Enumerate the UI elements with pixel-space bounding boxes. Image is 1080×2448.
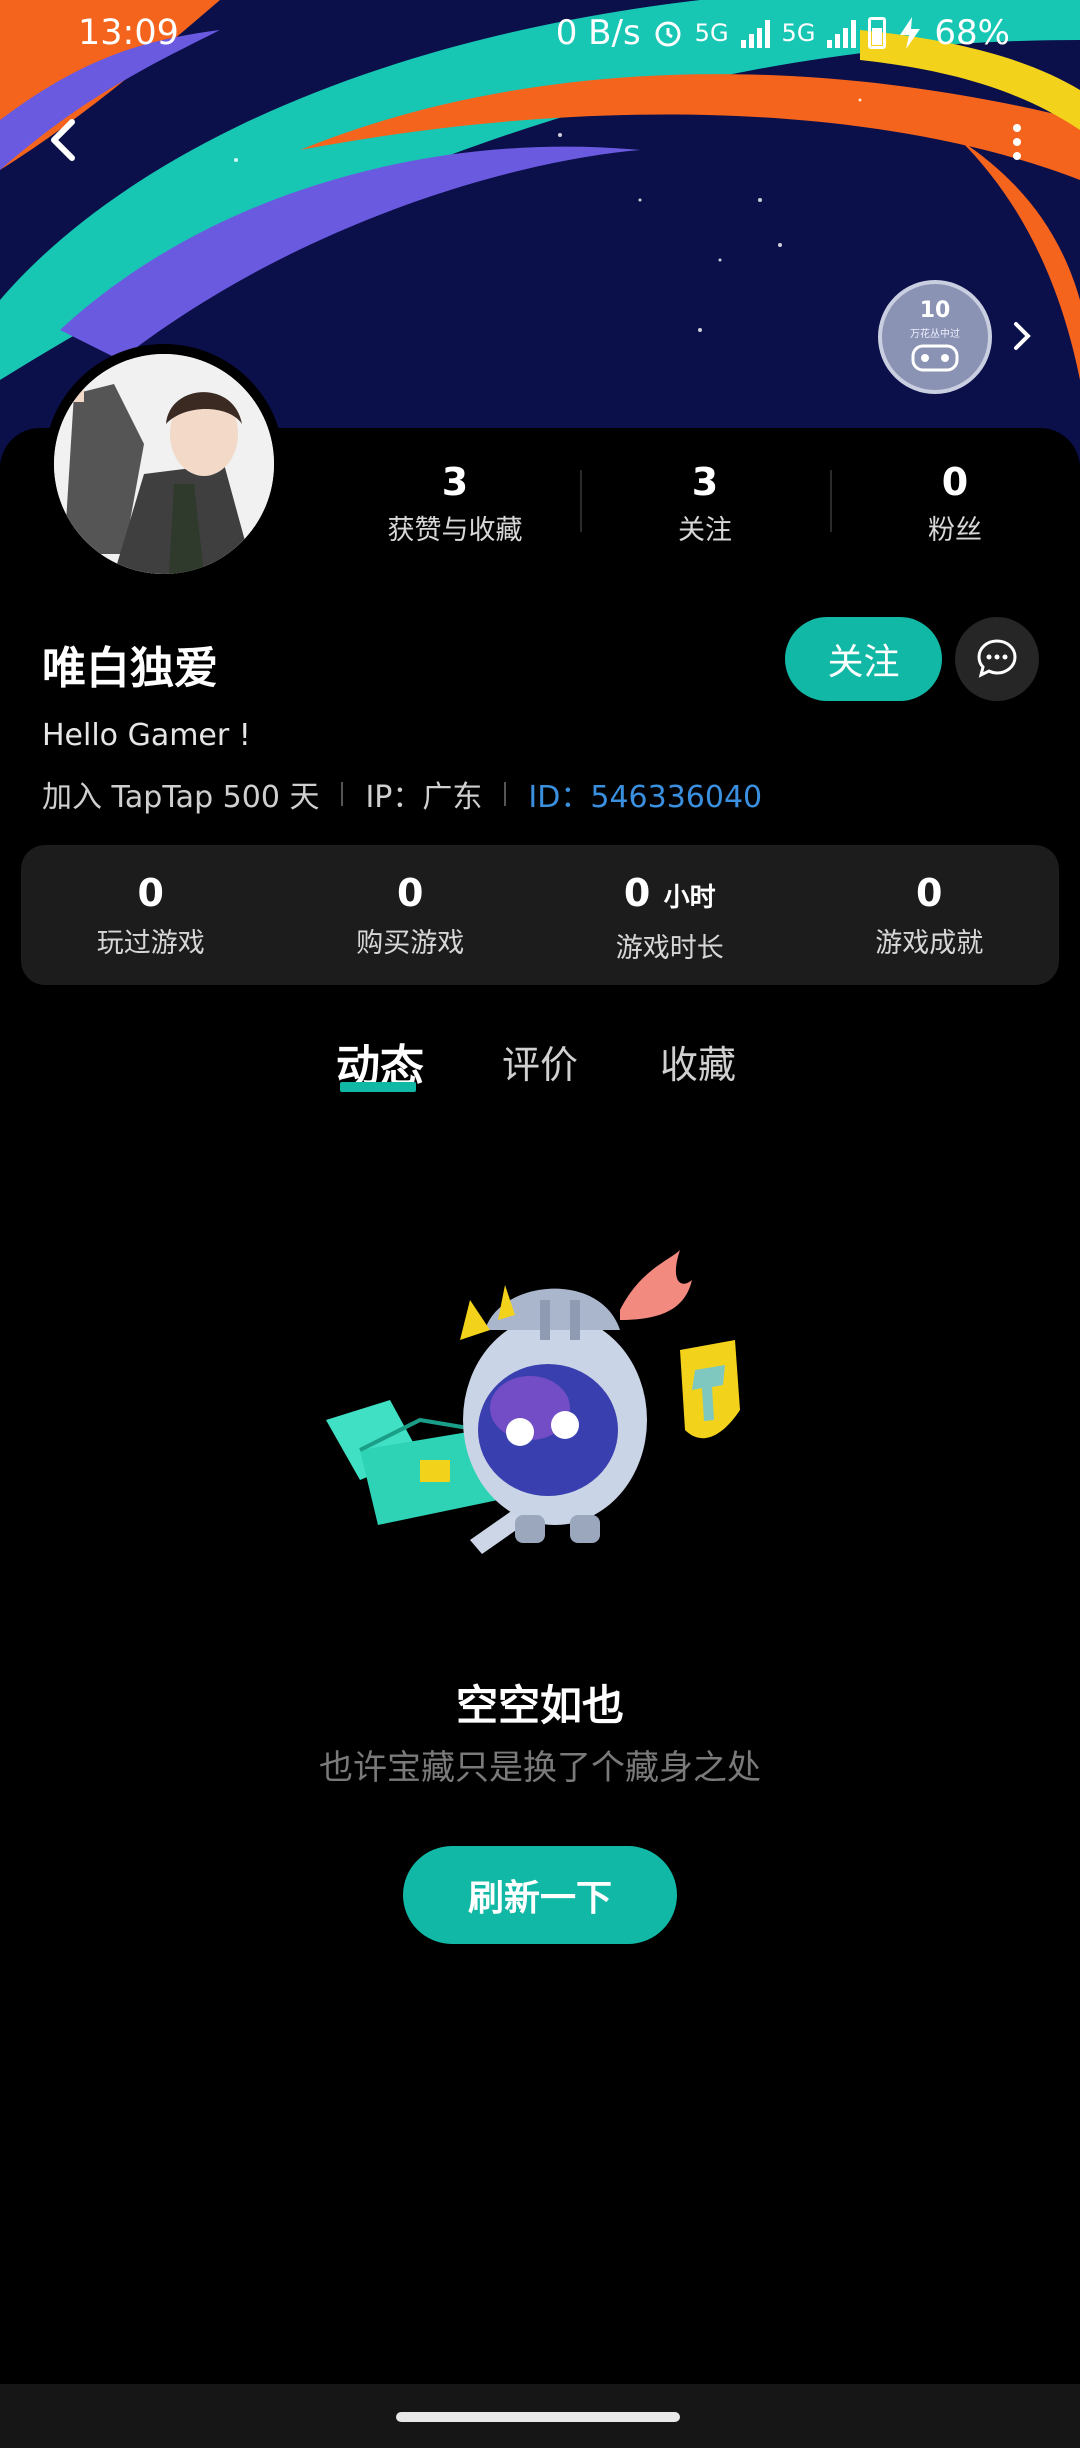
- empty-state-subtitle: 也许宝藏只是换了个藏身之处: [319, 1748, 761, 1788]
- content-tabs: 动态 评价 收藏: [0, 1030, 1080, 1110]
- level-badge[interactable]: 10 万花丛中过: [878, 280, 992, 394]
- stat-likes[interactable]: 3 获赞与收藏: [330, 458, 580, 548]
- back-button[interactable]: [40, 110, 90, 170]
- game-stats-card: 0 玩过游戏 0 购买游戏 0 小时 游戏时长 0 游戏成就: [21, 845, 1059, 985]
- gstat-played-value: 0: [137, 871, 164, 915]
- profile-stats: 3 获赞与收藏 3 关注 0 粉丝: [330, 458, 1080, 548]
- profile-meta: 加入 TapTap 500 天 IP：广东 ID：546336040: [42, 772, 762, 816]
- stat-likes-value: 3: [441, 460, 469, 504]
- refresh-button[interactable]: 刷新一下: [403, 1846, 677, 1944]
- gstat-playtime-label: 游戏时长: [615, 933, 724, 964]
- gstat-achievements-value: 0: [916, 871, 943, 915]
- stat-following-label: 关注: [678, 515, 732, 546]
- ip-location: IP：广东: [365, 780, 483, 815]
- more-options-button[interactable]: [1002, 118, 1032, 168]
- level-subtitle: 万花丛中过: [910, 329, 960, 340]
- stat-followers[interactable]: 0 粉丝: [830, 458, 1080, 548]
- gstat-playtime-value: 0: [623, 871, 651, 915]
- home-indicator[interactable]: [396, 2412, 680, 2422]
- meta-divider: [504, 782, 507, 806]
- tab-reviews[interactable]: 评价: [502, 1034, 578, 1089]
- gstat-purchased-value: 0: [397, 871, 424, 915]
- username: 唯白独爱: [42, 643, 218, 694]
- chat-bubble-icon: [977, 639, 1017, 678]
- stat-likes-label: 获赞与收藏: [387, 515, 523, 546]
- status-time: 13:09: [78, 13, 179, 53]
- status-icons: 0 B/s 5G 5G 68%: [556, 13, 1010, 53]
- back-arrow-icon: [51, 119, 75, 161]
- gamepad-icon: [911, 344, 959, 372]
- user-id[interactable]: ID：546336040: [528, 772, 762, 816]
- battery-percent: 68%: [934, 13, 1010, 53]
- gstat-played[interactable]: 0 玩过游戏: [21, 845, 281, 985]
- gstat-achievements[interactable]: 0 游戏成就: [800, 845, 1060, 985]
- sim2-label: 5G: [781, 19, 816, 47]
- status-bar: 13:09 0 B/s 5G 5G 68%: [0, 0, 1080, 66]
- bio: Hello Gamer !: [42, 718, 251, 753]
- empty-state-illustration: [326, 1250, 740, 1554]
- level-value: 10: [919, 298, 951, 323]
- gstat-purchased[interactable]: 0 购买游戏: [281, 845, 541, 985]
- empty-state-title: 空空如也: [455, 1681, 624, 1730]
- stat-followers-label: 粉丝: [928, 515, 982, 546]
- follow-button[interactable]: 关注: [785, 617, 942, 701]
- meta-divider: [341, 782, 344, 806]
- charging-icon: [900, 17, 921, 49]
- net-speed: 0 B/s: [555, 13, 641, 53]
- stat-followers-value: 0: [941, 460, 969, 504]
- gstat-played-label: 玩过游戏: [96, 928, 205, 959]
- chevron-right-icon[interactable]: [1010, 318, 1034, 354]
- battery-icon: [868, 17, 887, 49]
- stat-following-value: 3: [691, 460, 719, 504]
- alarm-icon: [655, 21, 681, 47]
- tab-favorites[interactable]: 收藏: [660, 1034, 736, 1089]
- active-tab-indicator: [340, 1082, 416, 1092]
- gstat-playtime-unit: 小时: [663, 883, 716, 913]
- signal-2-icon: [827, 18, 857, 48]
- sim1-label: 5G: [694, 19, 729, 47]
- avatar[interactable]: [44, 344, 284, 584]
- message-button[interactable]: [955, 617, 1039, 701]
- gstat-achievements-label: 游戏成就: [875, 928, 984, 959]
- avatar-image: [54, 354, 274, 574]
- joined-days: 加入 TapTap 500 天: [42, 780, 320, 815]
- gstat-purchased-label: 购买游戏: [356, 928, 465, 959]
- signal-1-icon: [740, 18, 770, 48]
- stat-following[interactable]: 3 关注: [580, 458, 830, 548]
- gstat-playtime[interactable]: 0 小时 游戏时长: [540, 845, 800, 985]
